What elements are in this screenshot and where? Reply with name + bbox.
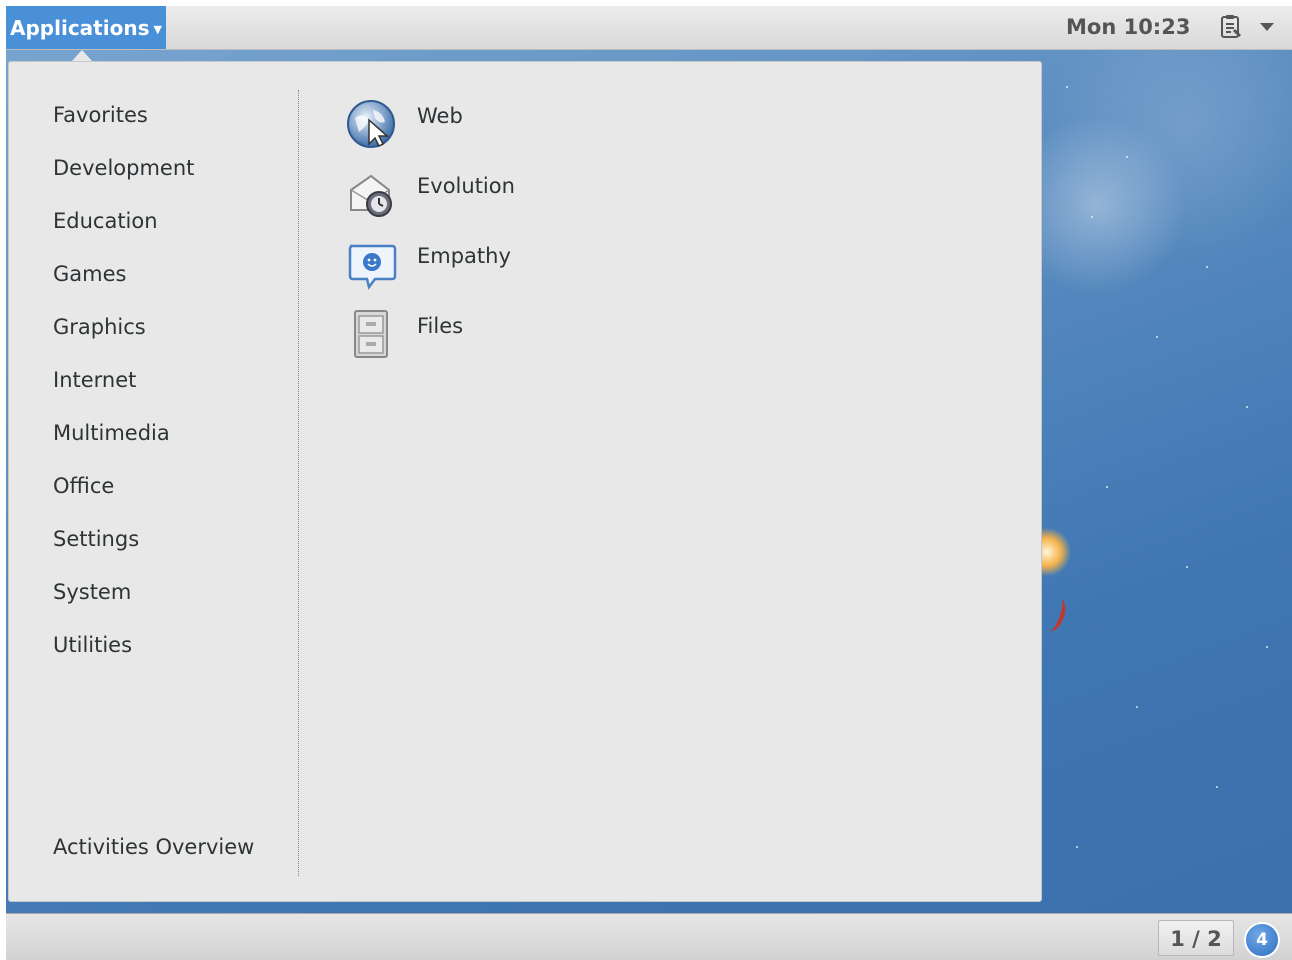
clock[interactable]: Mon 10:23 — [1066, 6, 1190, 49]
category-graphics[interactable]: Graphics — [53, 304, 303, 357]
category-education[interactable]: Education — [53, 198, 303, 251]
app-label-files: Files — [417, 314, 464, 338]
category-multimedia[interactable]: Multimedia — [53, 410, 303, 463]
file-cabinet-icon — [354, 310, 388, 358]
evolution-mail-icon — [350, 174, 392, 217]
applications-menu-popover: Favorites Development Education Games Gr… — [8, 61, 1042, 902]
applications-label: Applications — [10, 15, 150, 40]
app-item-empathy[interactable]: Empathy — [345, 238, 665, 298]
category-system[interactable]: System — [53, 569, 303, 622]
applications-menu-button[interactable]: Applications ▼ — [6, 6, 166, 49]
caret-down-icon: ▼ — [153, 23, 162, 36]
category-development[interactable]: Development — [53, 145, 303, 198]
app-label-empathy: Empathy — [417, 244, 511, 268]
category-list: Favorites Development Education Games Gr… — [53, 92, 303, 675]
category-favorites[interactable]: Favorites — [53, 92, 303, 145]
app-label-evolution: Evolution — [417, 174, 515, 198]
app-item-evolution[interactable]: Evolution — [345, 168, 665, 228]
app-label-web: Web — [417, 104, 463, 128]
message-tray-badge[interactable]: 4 — [1244, 922, 1280, 958]
menu-separator — [298, 90, 299, 876]
category-office[interactable]: Office — [53, 463, 303, 516]
workspace-indicator[interactable]: 1 / 2 — [1158, 920, 1234, 956]
activities-overview-link[interactable]: Activities Overview — [53, 835, 254, 859]
chevron-down-icon[interactable] — [1260, 23, 1274, 31]
category-utilities[interactable]: Utilities — [53, 622, 303, 675]
top-panel: Applications ▼ Mon 10:23 — [6, 6, 1292, 50]
web-browser-icon — [347, 100, 395, 148]
empathy-chat-icon — [348, 244, 397, 290]
clipboard-icon[interactable] — [1219, 14, 1243, 40]
wallpaper-stroke — [1040, 595, 1070, 635]
bottom-panel: 1 / 2 4 — [6, 913, 1292, 960]
app-item-files[interactable]: Files — [345, 308, 665, 368]
category-games[interactable]: Games — [53, 251, 303, 304]
category-internet[interactable]: Internet — [53, 357, 303, 410]
app-item-web[interactable]: Web — [345, 98, 665, 158]
category-settings[interactable]: Settings — [53, 516, 303, 569]
menu-pointer — [72, 50, 92, 61]
